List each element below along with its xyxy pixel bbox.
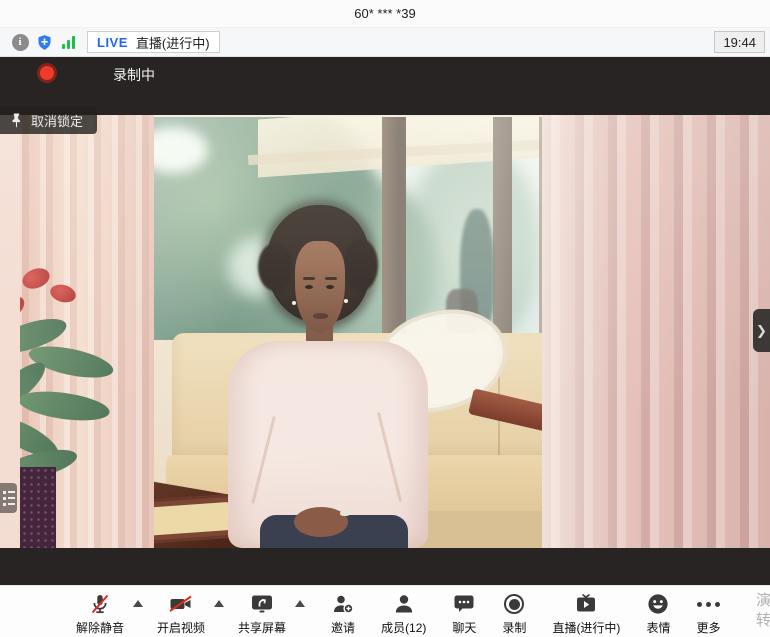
more-dots-icon xyxy=(697,591,720,617)
video-group: 开启视频 xyxy=(157,591,228,636)
pushpin-icon xyxy=(10,113,23,128)
chat-button[interactable]: 聊天 xyxy=(452,591,476,636)
unmute-label: 解除静音 xyxy=(76,619,124,636)
more-button[interactable]: 更多 xyxy=(696,591,720,636)
bottom-toolbar: 解除静音 开启视频 xyxy=(0,585,770,637)
members-button[interactable]: 成员(12) xyxy=(381,591,426,636)
more-group: 更多 xyxy=(696,591,720,636)
record-label: 录制 xyxy=(502,619,526,636)
shield-glyph xyxy=(36,34,53,51)
live-label: 直播(进行中) xyxy=(136,33,210,52)
person-earring xyxy=(344,299,348,303)
live-status-badge[interactable]: LIVE 直播(进行中) xyxy=(87,31,220,53)
live-word: LIVE xyxy=(97,35,128,50)
person-eyebrow xyxy=(303,277,315,280)
meeting-window: 60* *** *39 i LIVE 直播(进行中) 19:44 xyxy=(0,0,770,637)
share-screen-icon xyxy=(249,591,275,617)
start-video-label: 开启视频 xyxy=(157,619,205,636)
mic-muted-icon xyxy=(88,591,112,617)
share-screen-label: 共享屏幕 xyxy=(238,619,286,636)
invite-button[interactable]: 邀请 xyxy=(331,591,355,636)
layout-switcher-handle[interactable] xyxy=(0,483,17,513)
share-options-arrow[interactable] xyxy=(295,600,305,607)
more-label: 更多 xyxy=(696,619,720,636)
members-person-icon xyxy=(392,591,416,617)
live-stream-button[interactable]: 直播(进行中) xyxy=(552,591,620,636)
signal-bars xyxy=(62,36,75,49)
chat-group: 聊天 xyxy=(452,591,476,636)
video-stage: 录制中 取消锁定 ❯ xyxy=(0,57,770,585)
smiley-icon xyxy=(646,591,670,617)
chevron-right-icon: ❯ xyxy=(756,323,767,339)
unpin-button[interactable]: 取消锁定 xyxy=(0,107,97,134)
person-eye xyxy=(305,285,313,289)
members-group: 成员(12) xyxy=(381,591,426,636)
camera-off-icon xyxy=(168,591,194,617)
invite-label: 邀请 xyxy=(331,619,355,636)
recording-dot-icon xyxy=(40,66,54,80)
record-button[interactable]: 录制 xyxy=(502,591,526,636)
members-label: 成员(12) xyxy=(381,619,426,636)
video-options-arrow[interactable] xyxy=(214,600,224,607)
share-group: 共享屏幕 xyxy=(238,591,309,636)
record-group: 录制 xyxy=(502,591,526,636)
emoji-label: 表情 xyxy=(646,619,670,636)
network-signal-icon[interactable] xyxy=(59,33,77,51)
person-eyebrow xyxy=(325,277,337,280)
meeting-info-icon[interactable]: i xyxy=(11,33,29,51)
share-screen-button[interactable]: 共享屏幕 xyxy=(238,591,286,636)
chat-label: 聊天 xyxy=(452,619,476,636)
mic-group: 解除静音 xyxy=(76,591,147,636)
live-tv-icon xyxy=(574,591,598,617)
list-icon xyxy=(3,491,17,494)
person-hair xyxy=(258,243,292,291)
person-mouth xyxy=(313,313,328,319)
list-icon xyxy=(3,503,17,506)
chat-bubble-icon xyxy=(452,591,476,617)
invite-group: 邀请 xyxy=(331,591,355,636)
list-icon xyxy=(3,497,17,500)
statusbar: i LIVE 直播(进行中) 19:44 xyxy=(0,28,770,57)
mic-options-arrow[interactable] xyxy=(133,600,143,607)
person-hair xyxy=(344,239,378,291)
recording-label: 录制中 xyxy=(113,65,155,85)
person-bracelet xyxy=(340,511,350,516)
invite-person-icon xyxy=(331,591,355,617)
person-eye xyxy=(326,285,334,289)
clock: 19:44 xyxy=(714,31,765,53)
security-shield-icon[interactable] xyxy=(35,33,53,51)
titlebar: 60* *** *39 xyxy=(0,0,770,28)
record-circle-icon xyxy=(504,591,524,617)
video-feed xyxy=(0,115,770,548)
recording-indicator: 录制中 xyxy=(40,66,54,80)
expand-panel-button[interactable]: ❯ xyxy=(753,309,770,352)
live-stream-label: 直播(进行中) xyxy=(552,619,620,636)
person-earring xyxy=(292,301,296,305)
live-group: 直播(进行中) xyxy=(552,591,620,636)
emoji-button[interactable]: 表情 xyxy=(646,591,670,636)
unmute-button[interactable]: 解除静音 xyxy=(76,591,124,636)
meeting-title: 60* *** *39 xyxy=(354,6,415,21)
scene-sheer-curtain xyxy=(542,115,632,548)
start-video-button[interactable]: 开启视频 xyxy=(157,591,205,636)
unpin-label: 取消锁定 xyxy=(31,111,83,130)
edge-watermark-text: 演 转 xyxy=(756,591,770,631)
emoji-group: 表情 xyxy=(646,591,670,636)
